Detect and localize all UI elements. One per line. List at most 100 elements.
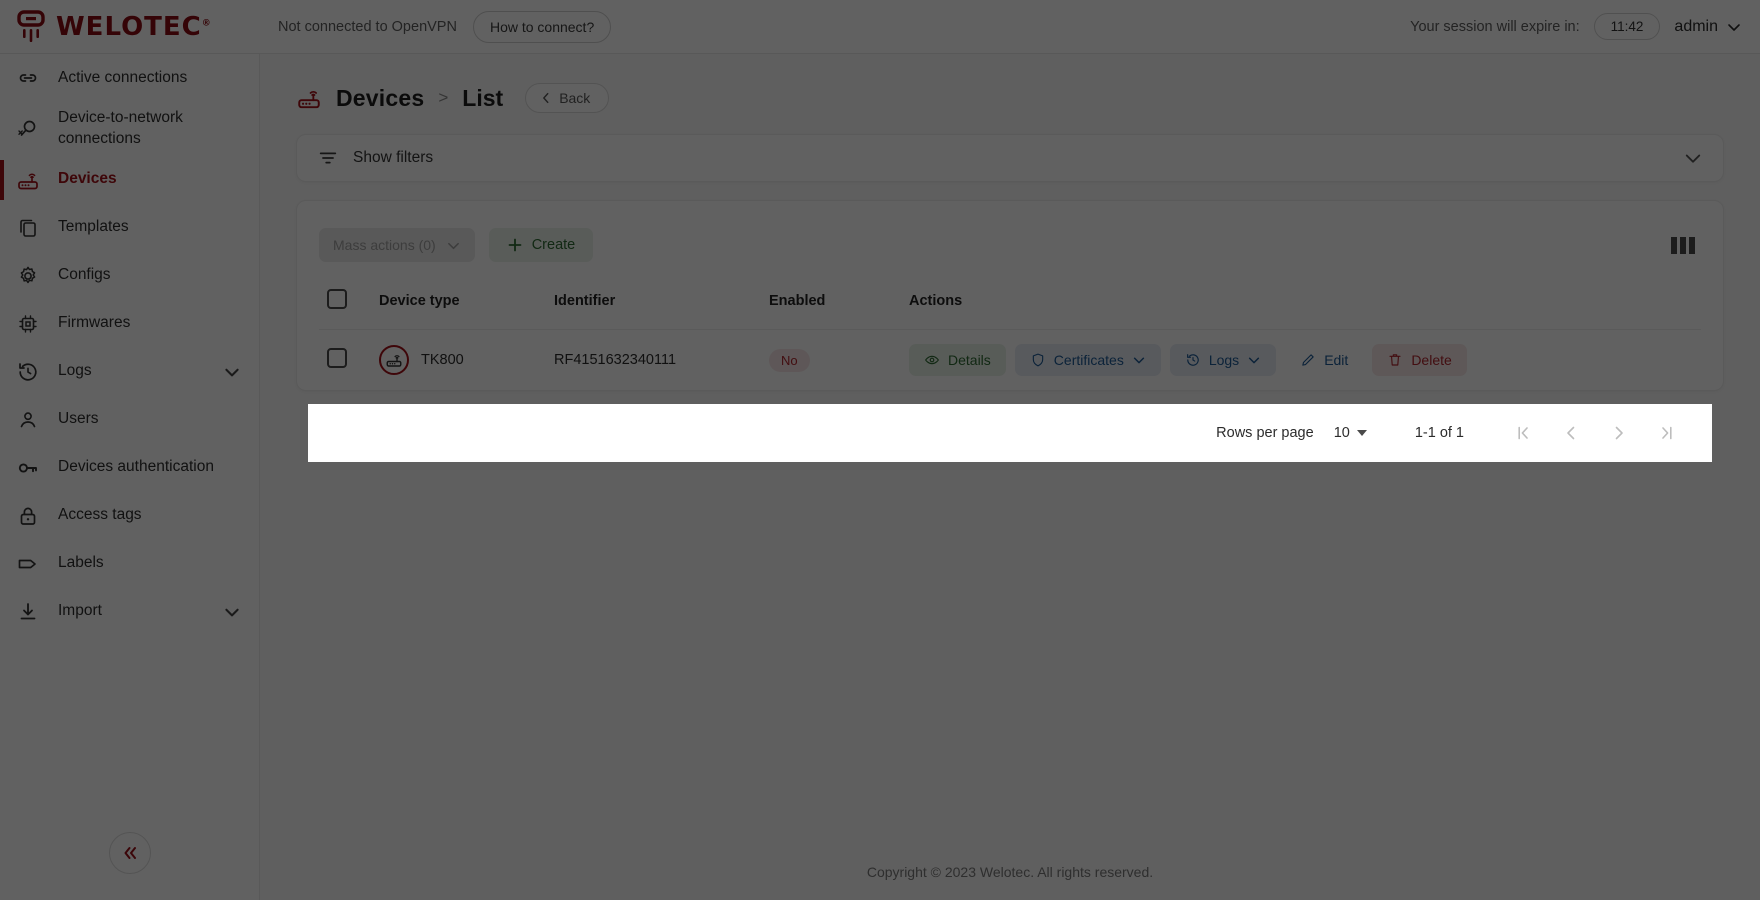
first-page-icon [1513, 423, 1533, 443]
caret-down-icon [1357, 430, 1367, 436]
details-button-label: Details [948, 352, 991, 368]
delete-button[interactable]: Delete [1372, 344, 1466, 376]
cell-enabled: No [761, 330, 901, 391]
previous-page-button[interactable] [1554, 416, 1588, 450]
sidebar-item-access-tags[interactable]: Access tags [0, 492, 259, 540]
breadcrumb: Devices > List Back [296, 76, 1724, 120]
first-page-button[interactable] [1506, 416, 1540, 450]
sidebar-item-import[interactable]: Import [0, 588, 259, 636]
row-checkbox[interactable] [327, 348, 347, 368]
sidebar-collapse-button[interactable] [109, 832, 151, 874]
brand-name-text: WELOTEC [56, 12, 202, 42]
certificates-button-label: Certificates [1054, 352, 1124, 368]
sidebar-item-active-connections[interactable]: Active connections [0, 54, 259, 102]
columns-bar [1689, 237, 1695, 254]
row-actions: Details Certificates [909, 344, 1693, 376]
router-icon [379, 345, 409, 375]
user-icon [14, 406, 42, 434]
table-header-row: Device type Identifier Enabled Actions [319, 279, 1701, 330]
sidebar-item-templates[interactable]: Templates [0, 204, 259, 252]
top-bar-right: Your session will expire in: 11:42 admin [1410, 13, 1760, 40]
rows-per-page-label: Rows per page [1216, 425, 1314, 441]
prev-page-icon [1561, 423, 1581, 443]
status-badge: No [769, 349, 810, 372]
double-chevron-left-icon [120, 843, 140, 863]
edit-button[interactable]: Edit [1285, 344, 1363, 376]
user-name-label: admin [1674, 18, 1718, 36]
sidebar-item-device-to-network-connections[interactable]: Device-to-network connections [0, 102, 259, 156]
create-button-label: Create [532, 237, 576, 253]
rows-per-page-select[interactable]: 10 [1334, 425, 1367, 441]
how-to-connect-button[interactable]: How to connect? [473, 11, 611, 43]
key-icon [14, 454, 42, 482]
sidebar-item-label: Configs [58, 265, 241, 286]
columns-bar [1671, 237, 1677, 254]
columns-icon[interactable] [1665, 231, 1701, 260]
shield-icon [1030, 352, 1046, 368]
logs-button[interactable]: Logs [1170, 344, 1276, 376]
sidebar-item-labels[interactable]: Labels [0, 540, 259, 588]
mass-actions-dropdown[interactable]: Mass actions (0) [319, 228, 475, 262]
breadcrumb-separator: > [438, 88, 448, 108]
sidebar-item-label: Device-to-network connections [58, 108, 241, 150]
main-content: Devices > List Back Show filters Ma [260, 54, 1760, 900]
cell-actions: Details Certificates [901, 330, 1701, 391]
sidebar-item-users[interactable]: Users [0, 396, 259, 444]
show-filters-panel[interactable]: Show filters [296, 134, 1724, 182]
sidebar-item-label: Templates [58, 217, 241, 238]
devices-table-body: TK800 RF4151632340111 No [319, 330, 1701, 391]
page-title: Devices [336, 85, 424, 112]
table-pagination: Rows per page 10 1-1 of 1 [308, 404, 1712, 462]
sidebar-item-label: Devices [58, 169, 241, 190]
sidebar-item-configs[interactable]: Configs [0, 252, 259, 300]
copy-icon [14, 214, 42, 242]
table-toolbar: Mass actions (0) Create [319, 219, 1701, 271]
top-bar: WELOTEC® Not connected to OpenVPN How to… [0, 0, 1760, 54]
show-filters-label: Show filters [353, 149, 433, 167]
vpn-status-text: Not connected to OpenVPN [278, 19, 457, 35]
devices-table-card: Mass actions (0) Create [296, 200, 1724, 391]
select-all-checkbox[interactable] [327, 289, 347, 309]
pencil-icon [1300, 352, 1316, 368]
sidebar-item-devices[interactable]: Devices [0, 156, 259, 204]
devices-table-head: Device type Identifier Enabled Actions [319, 279, 1701, 330]
sidebar-item-logs[interactable]: Logs [0, 348, 259, 396]
copyright-text: Copyright © 2023 Welotec. All rights res… [867, 864, 1153, 880]
tag-icon [14, 550, 42, 578]
plus-icon [507, 237, 523, 253]
sidebar-item-label: Labels [58, 553, 241, 574]
details-button[interactable]: Details [909, 344, 1006, 376]
brand-logo[interactable]: WELOTEC® [0, 0, 260, 54]
sidebar-item-firmwares[interactable]: Firmwares [0, 300, 259, 348]
chevron-down-icon [223, 603, 241, 621]
chip-icon [14, 310, 42, 338]
user-menu[interactable]: admin [1674, 18, 1742, 36]
pagination-buttons [1506, 416, 1684, 450]
edit-button-label: Edit [1324, 352, 1348, 368]
eye-icon [924, 352, 940, 368]
chevron-down-icon [1726, 19, 1742, 35]
create-button[interactable]: Create [489, 228, 594, 262]
row-select-cell [319, 330, 371, 391]
router-icon [296, 85, 322, 111]
next-page-button[interactable] [1602, 416, 1636, 450]
chevron-down-icon [446, 238, 461, 253]
sidebar-item-devices-authentication[interactable]: Devices authentication [0, 444, 259, 492]
download-icon [14, 598, 42, 626]
chevron-down-icon [1132, 353, 1146, 367]
show-filters-left: Show filters [317, 147, 433, 169]
last-page-button[interactable] [1650, 416, 1684, 450]
sidebar-item-label: Devices authentication [58, 457, 241, 478]
rows-per-page-value: 10 [1334, 425, 1350, 441]
certificates-button[interactable]: Certificates [1015, 344, 1161, 376]
table-row: TK800 RF4151632340111 No [319, 330, 1701, 391]
sidebar-item-label: Import [58, 601, 207, 622]
devices-table: Device type Identifier Enabled Actions [319, 279, 1701, 390]
last-page-icon [1657, 423, 1677, 443]
session-timer: 11:42 [1594, 13, 1661, 40]
application-root: WELOTEC® Not connected to OpenVPN How to… [0, 0, 1760, 900]
link-icon [14, 64, 42, 92]
back-button[interactable]: Back [525, 83, 609, 113]
select-all-header [319, 279, 371, 330]
cell-identifier: RF4151632340111 [546, 330, 761, 391]
